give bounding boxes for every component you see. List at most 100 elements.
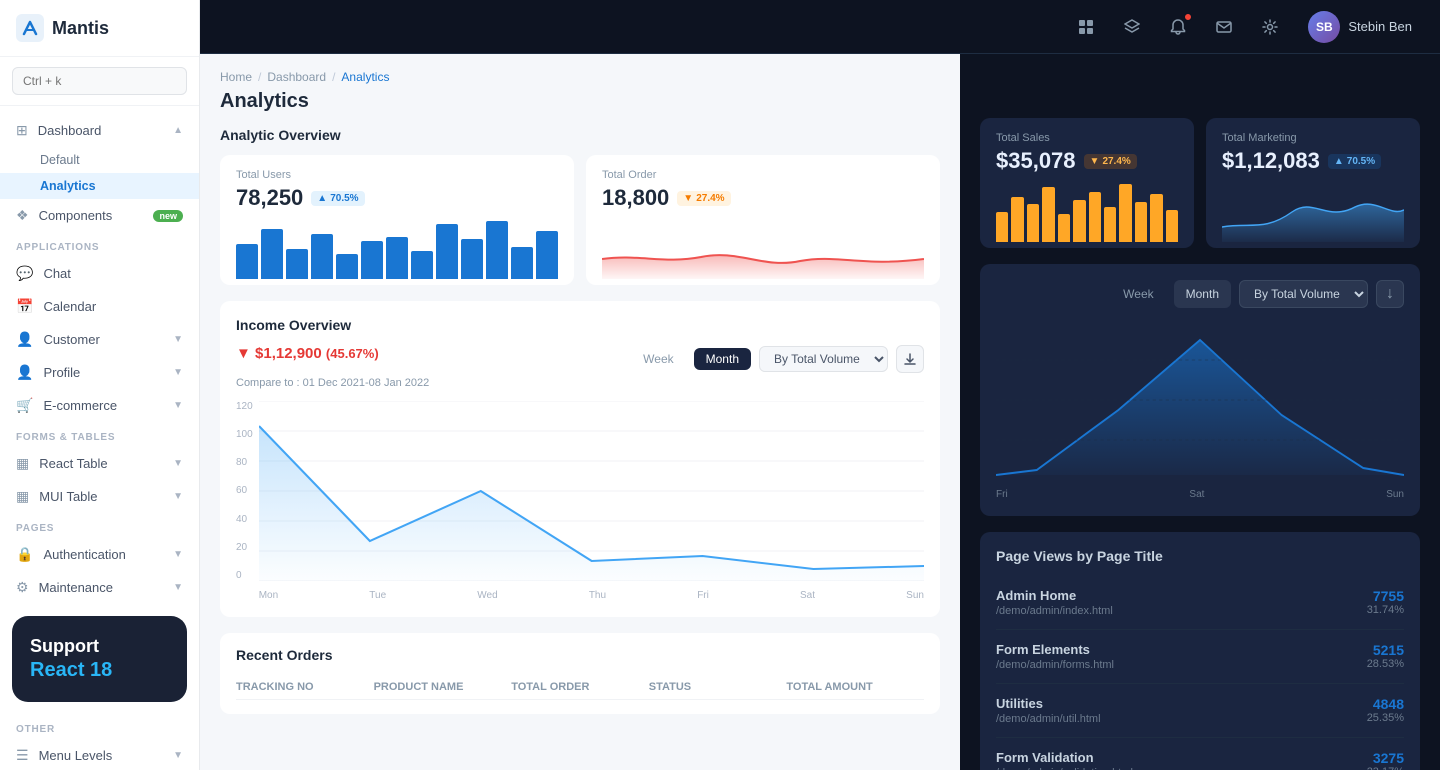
sidebar-nav: ⊞ Dashboard ▲ Default Analytics ❖ Compon… (0, 106, 199, 770)
sales-bar-chart (996, 182, 1178, 242)
total-order-badge: ▼ 27.4% (677, 191, 730, 206)
dark-week-btn[interactable]: Week (1111, 280, 1165, 308)
bar-2 (261, 229, 283, 279)
income-compare-text: Compare to : 01 Dec 2021-08 Jan 2022 (236, 377, 924, 389)
sidebar-item-mui-table[interactable]: ▦ MUI Table ▼ (0, 480, 199, 513)
mail-icon-btn[interactable] (1208, 11, 1240, 43)
sidebar-logo[interactable]: Mantis (0, 0, 199, 57)
layers-icon (1124, 19, 1140, 35)
dark-income-chart-card: Week Month By Total Volume ↓ (980, 264, 1420, 516)
support-react-badge[interactable]: Support React 18 (12, 616, 187, 702)
dark-month-btn[interactable]: Month (1174, 280, 1231, 308)
sidebar-item-menu-levels[interactable]: ☰ Menu Levels ▼ (0, 739, 199, 770)
sidebar-item-calendar[interactable]: 📅 Calendar (0, 290, 199, 323)
bar-1 (236, 244, 258, 279)
gold-bar-8 (1104, 207, 1116, 242)
dashboard-icon: ⊞ (16, 122, 28, 139)
sidebar-item-maintenance[interactable]: ⚙ Maintenance ▼ (0, 571, 199, 604)
breadcrumb-dashboard[interactable]: Dashboard (267, 70, 326, 84)
mantis-logo-icon (16, 14, 44, 42)
gold-bar-3 (1027, 204, 1039, 242)
gold-bar-12 (1166, 210, 1178, 242)
stat-cards-dark: Total Sales $35,078 ▼ 27.4% (980, 118, 1420, 248)
dark-chart-controls: Week Month By Total Volume ↓ (996, 280, 1404, 308)
dark-x-axis: Fri Sat Sun (996, 489, 1404, 500)
sidebar-item-components[interactable]: ❖ Components new (0, 199, 199, 232)
user-menu[interactable]: SB Stebin Ben (1300, 7, 1420, 47)
dark-download-btn[interactable]: ↓ (1376, 280, 1404, 308)
maintenance-chevron: ▼ (173, 582, 183, 593)
bar-4 (311, 234, 333, 279)
gold-bar-9 (1119, 184, 1131, 242)
apps-icon-btn[interactable] (1070, 11, 1102, 43)
maintenance-icon: ⚙ (16, 579, 29, 596)
search-container (0, 57, 199, 106)
main-content: SB Stebin Ben Home / Dashboard / Analyti… (200, 0, 1440, 770)
col-order: TOTAL ORDER (511, 681, 649, 693)
total-sales-value-row: $35,078 ▼ 27.4% (996, 148, 1178, 174)
bar-12 (511, 247, 533, 279)
total-sales-label: Total Sales (996, 132, 1178, 144)
search-input[interactable] (12, 67, 187, 95)
sidebar-item-authentication[interactable]: 🔒 Authentication ▼ (0, 538, 199, 571)
gold-bar-5 (1058, 214, 1070, 242)
sidebar-sub-analytics[interactable]: Analytics (0, 173, 199, 199)
sidebar-item-chat[interactable]: 💬 Chat (0, 257, 199, 290)
sidebar: Mantis ⊞ Dashboard ▲ Default Analytics ❖… (0, 0, 200, 770)
income-value: ▼ $1,12,900 (45.67%) (236, 345, 379, 362)
support-badge-title: Support (30, 636, 169, 657)
sidebar-sub-default[interactable]: Default (0, 147, 199, 173)
notification-badge (1184, 13, 1192, 21)
calendar-icon: 📅 (16, 298, 33, 315)
sidebar-item-profile[interactable]: 👤 Profile ▼ (0, 356, 199, 389)
section-forms: Forms & Tables (0, 422, 199, 447)
settings-icon-btn[interactable] (1254, 11, 1286, 43)
x-axis: Mon Tue Wed Thu Fri Sat Sun (259, 590, 924, 601)
notifications-icon-btn[interactable] (1162, 11, 1194, 43)
breadcrumb-sep2: / (332, 70, 335, 84)
section-applications: Applications (0, 232, 199, 257)
income-overview-title: Income Overview (236, 317, 924, 333)
download-icon (904, 353, 916, 365)
week-btn[interactable]: Week (631, 348, 685, 370)
gold-bar-6 (1073, 200, 1085, 242)
sidebar-item-customer[interactable]: 👤 Customer ▼ (0, 323, 199, 356)
gold-bar-4 (1042, 187, 1054, 242)
react-table-icon: ▦ (16, 455, 29, 472)
month-btn[interactable]: Month (694, 348, 751, 370)
app-name: Mantis (52, 18, 109, 39)
volume-select[interactable]: By Total Volume (759, 346, 888, 372)
auth-chevron: ▼ (173, 549, 183, 560)
users-bar-chart (236, 219, 558, 279)
sidebar-item-react-table[interactable]: ▦ React Table ▼ (0, 447, 199, 480)
topbar: SB Stebin Ben (200, 0, 1440, 54)
download-btn[interactable] (896, 345, 924, 373)
mail-icon (1216, 19, 1232, 35)
layers-icon-btn[interactable] (1116, 11, 1148, 43)
gold-bar-10 (1135, 202, 1147, 242)
marketing-up-icon: ▲ (1334, 156, 1344, 167)
mui-table-icon: ▦ (16, 488, 29, 505)
sidebar-item-dashboard-label: Dashboard (38, 123, 102, 138)
income-header: ▼ $1,12,900 (45.67%) Week Month By Total… (236, 345, 924, 373)
stat-card-total-users: Total Users 78,250 ▲ 70.5% (220, 155, 574, 285)
table-header: TRACKING NO PRODUCT NAME TOTAL ORDER STA… (236, 675, 924, 700)
breadcrumb-home[interactable]: Home (220, 70, 252, 84)
total-sales-value: $35,078 (996, 148, 1076, 174)
section-pages: Pages (0, 513, 199, 538)
total-order-value-row: 18,800 ▼ 27.4% (602, 185, 924, 211)
dark-volume-select[interactable]: By Total Volume (1239, 280, 1368, 308)
marketing-chart (1222, 182, 1404, 247)
sidebar-item-ecommerce[interactable]: 🛒 E-commerce ▼ (0, 389, 199, 422)
sidebar-item-dashboard[interactable]: ⊞ Dashboard ▲ (0, 114, 199, 147)
analytic-overview-title: Analytic Overview (220, 127, 940, 143)
breadcrumb-sep1: / (258, 70, 261, 84)
page-view-form-validation: Form Validation /demo/admin/validation.h… (996, 738, 1404, 770)
total-users-value-row: 78,250 ▲ 70.5% (236, 185, 558, 211)
bar-8 (411, 251, 433, 279)
dark-income-chart (996, 320, 1404, 480)
bar-6 (361, 241, 383, 279)
page-views-card: Page Views by Page Title Admin Home /dem… (980, 532, 1420, 770)
stat-cards-light: Total Users 78,250 ▲ 70.5% (220, 155, 940, 285)
topbar-icons: SB Stebin Ben (1070, 7, 1420, 47)
